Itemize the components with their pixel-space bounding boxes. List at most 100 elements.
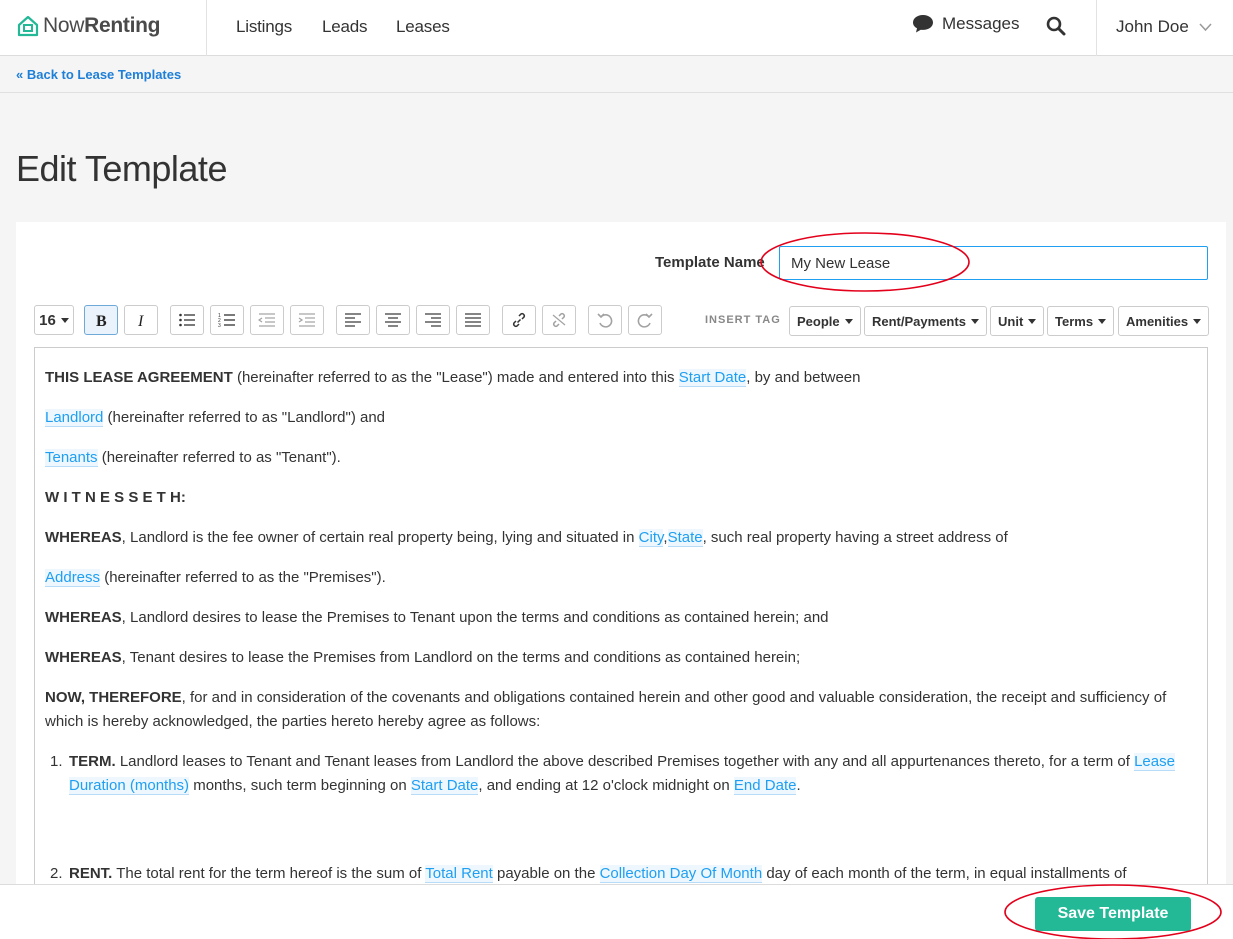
house-logo-icon	[17, 15, 39, 37]
save-template-button[interactable]: Save Template	[1035, 897, 1191, 931]
paragraph: Tenants (hereinafter referred to as "Ten…	[45, 446, 1195, 470]
start-date-tag[interactable]: Start Date	[678, 369, 747, 387]
paragraph: WHEREAS, Landlord desires to lease the P…	[45, 606, 1195, 630]
italic-button[interactable]: I	[124, 305, 158, 335]
numbered-list-icon: 1 2 3	[218, 313, 235, 328]
paragraph: WHEREAS, Tenant desires to lease the Pre…	[45, 646, 1195, 670]
text: (hereinafter referred to as "Tenant").	[97, 449, 341, 466]
align-justify-button[interactable]	[456, 305, 490, 335]
text: , such real property having a street add…	[702, 529, 1008, 546]
text: , Tenant desires to lease the Premises f…	[121, 649, 801, 666]
paragraph: Address (hereinafter referred to as the …	[45, 566, 1195, 590]
bold-text: WHEREAS	[45, 649, 122, 666]
landlord-tag[interactable]: Landlord	[45, 409, 104, 427]
page-title: Edit Template	[16, 148, 227, 189]
back-to-lease-templates-link[interactable]: « Back to Lease Templates	[16, 67, 181, 82]
align-center-button[interactable]	[376, 305, 410, 335]
align-justify-icon	[465, 313, 481, 327]
collection-day-tag[interactable]: Collection Day Of Month	[599, 865, 763, 883]
numbered-list-button[interactable]: 1 2 3	[210, 305, 244, 335]
rent-payments-tag-dropdown[interactable]: Rent/Payments	[864, 306, 987, 336]
unit-tag-dropdown[interactable]: Unit	[990, 306, 1045, 336]
align-right-button[interactable]	[416, 305, 450, 335]
tenants-tag[interactable]: Tenants	[45, 449, 98, 467]
start-date-tag[interactable]: Start Date	[410, 777, 479, 795]
search-icon[interactable]	[1046, 16, 1066, 36]
bold-text: NOW, THEREFORE	[45, 689, 182, 706]
nowrenting-logo[interactable]: NowRenting	[17, 13, 160, 39]
paragraph: WHEREAS, Landlord is the fee owner of ce…	[45, 526, 1195, 550]
template-name-input[interactable]	[779, 246, 1208, 280]
state-tag[interactable]: State	[667, 529, 703, 547]
unlink-icon	[552, 312, 566, 328]
text: .	[796, 777, 801, 794]
outdent-button[interactable]	[250, 305, 284, 335]
bold-text: TERM.	[69, 753, 116, 770]
address-tag[interactable]: Address	[45, 569, 101, 587]
user-name: John Doe	[1116, 17, 1189, 36]
paragraph: W I T N E S S E T H:	[45, 486, 1195, 510]
nav-leases[interactable]: Leases	[396, 17, 450, 37]
font-size-dropdown[interactable]: 16	[34, 305, 74, 335]
text: Landlord leases to Tenant and Tenant lea…	[115, 753, 1135, 770]
insert-link-button[interactable]	[502, 305, 536, 335]
terms-tag-dropdown[interactable]: Terms	[1047, 306, 1115, 336]
text: , for and in consideration of the covena…	[45, 689, 1167, 730]
text: payable on the	[492, 865, 600, 882]
text: day of each month of the term, in equal …	[762, 865, 1127, 882]
nav-divider	[1096, 0, 1097, 56]
dropdown-label: Unit	[998, 313, 1024, 329]
breadcrumb-bar: « Back to Lease Templates	[0, 57, 1233, 93]
dropdown-label: People	[797, 313, 840, 329]
city-tag[interactable]: City	[638, 529, 664, 547]
undo-icon	[597, 313, 613, 328]
caret-down-icon	[970, 318, 979, 324]
redo-button[interactable]	[628, 305, 662, 335]
align-left-button[interactable]	[336, 305, 370, 335]
outdent-icon	[258, 313, 275, 327]
list-item: 1. TERM. Landlord leases to Tenant and T…	[45, 750, 1195, 798]
text: , and ending at 12 o'clock midnight on	[478, 777, 734, 794]
messages-link[interactable]: Messages	[912, 14, 1019, 34]
bulleted-list-icon	[179, 313, 195, 327]
nav-listings[interactable]: Listings	[236, 17, 292, 37]
align-center-icon	[385, 313, 401, 327]
end-date-tag[interactable]: End Date	[733, 777, 797, 795]
lease-text-editor[interactable]: THIS LEASE AGREEMENT (hereinafter referr…	[34, 347, 1208, 939]
bold-button[interactable]: B	[84, 305, 118, 335]
paragraph: NOW, THEREFORE, for and in consideration…	[45, 686, 1195, 734]
indent-button[interactable]	[290, 305, 324, 335]
bold-text: THIS LEASE AGREEMENT	[45, 369, 233, 386]
editor-content[interactable]: THIS LEASE AGREEMENT (hereinafter referr…	[45, 366, 1195, 902]
logo-text: NowRenting	[43, 14, 161, 37]
paragraph: Landlord (hereinafter referred to as "La…	[45, 406, 1195, 430]
messages-label: Messages	[942, 14, 1020, 33]
align-right-icon	[425, 313, 441, 327]
undo-button[interactable]	[588, 305, 622, 335]
text: (hereinafter referred to as "Landlord") …	[103, 409, 386, 426]
total-rent-tag[interactable]: Total Rent	[425, 865, 493, 883]
bold-text: RENT.	[69, 865, 113, 882]
remove-link-button[interactable]	[542, 305, 576, 335]
text: ,	[663, 529, 668, 546]
user-menu[interactable]: John Doe	[1116, 17, 1212, 37]
caret-down-icon	[1028, 318, 1037, 324]
svg-text:I: I	[137, 313, 144, 328]
template-name-label: Template Name	[655, 254, 765, 271]
top-nav-bar: NowRenting Listings Leads Leases Message…	[0, 0, 1233, 56]
caret-down-icon	[60, 317, 69, 323]
list-number: 1.	[50, 753, 63, 770]
text: months, such term beginning on	[189, 777, 411, 794]
bold-text: WHEREAS	[45, 609, 122, 626]
nav-leads[interactable]: Leads	[322, 17, 368, 37]
italic-icon: I	[137, 313, 144, 328]
people-tag-dropdown[interactable]: People	[789, 306, 861, 336]
caret-down-icon	[1098, 318, 1107, 324]
paragraph: THIS LEASE AGREEMENT (hereinafter referr…	[45, 366, 1195, 390]
text: (hereinafter referred to as the "Lease")…	[232, 369, 679, 386]
indent-icon	[298, 313, 315, 327]
insert-tag-label: INSERT TAG	[705, 314, 781, 326]
amenities-tag-dropdown[interactable]: Amenities	[1118, 306, 1210, 336]
bulleted-list-button[interactable]	[170, 305, 204, 335]
svg-text:B: B	[96, 313, 107, 328]
